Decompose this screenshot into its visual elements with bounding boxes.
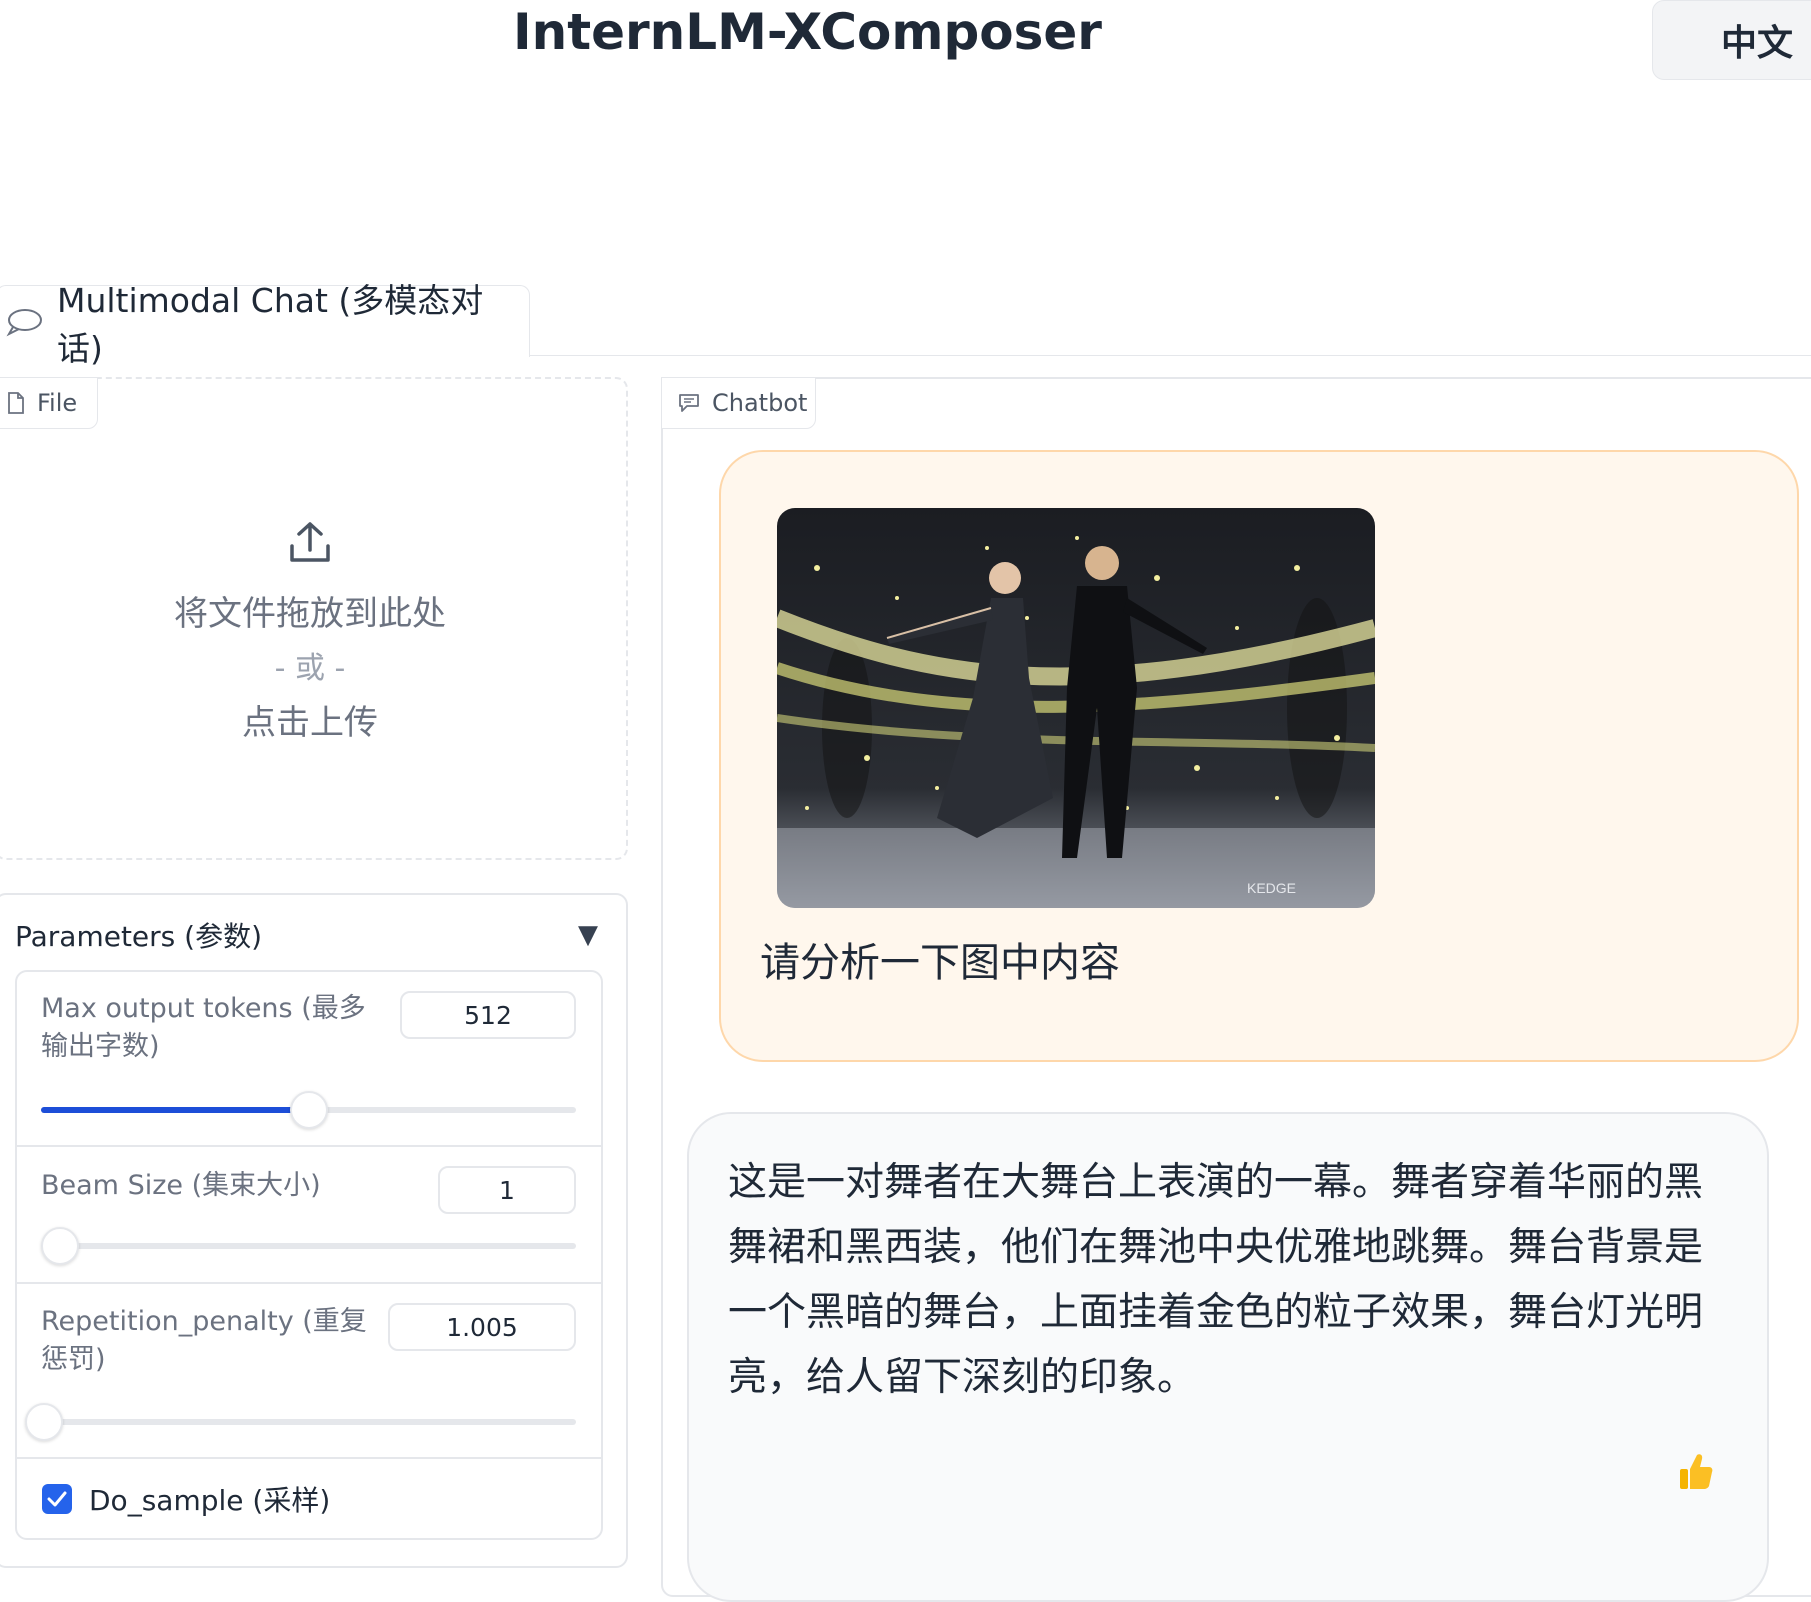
beam-size-label: Beam Size (集束大小): [41, 1170, 321, 1201]
dancers-photo-svg: KEDGE: [777, 508, 1375, 908]
upload-icon: [290, 522, 330, 562]
repetition-penalty-slider-track[interactable]: [41, 1419, 576, 1425]
chatbot-label: Chatbot: [661, 377, 816, 429]
photo-watermark: KEDGE: [1247, 880, 1296, 896]
click-upload-text: 点击上传: [242, 703, 378, 743]
param-divider: [17, 1145, 601, 1147]
beam-size-input[interactable]: 1: [438, 1166, 576, 1214]
app-title: InternLM-XComposer: [513, 3, 1102, 61]
max-tokens-slider-fill: [41, 1107, 309, 1113]
chatbot-icon: [679, 394, 699, 412]
thumbs-up-icon[interactable]: [1678, 1451, 1714, 1495]
tab-multimodal-chat[interactable]: Multimodal Chat (多模态对话): [0, 281, 530, 368]
chatbot-label-text: Chatbot: [712, 389, 808, 417]
language-button[interactable]: 中文: [1652, 0, 1811, 80]
param-divider: [17, 1457, 601, 1459]
beam-size-slider-track[interactable]: [41, 1243, 576, 1249]
file-icon: [8, 392, 24, 414]
do-sample-label: Do_sample (采样): [89, 1484, 331, 1517]
repetition-penalty-input[interactable]: 1.005: [388, 1303, 576, 1351]
repetition-penalty-slider-thumb[interactable]: [25, 1403, 63, 1441]
file-label-text: File: [37, 389, 78, 417]
tab-label: Multimodal Chat (多模态对话): [56, 280, 484, 368]
or-text: - 或 -: [274, 651, 346, 686]
max-tokens-input[interactable]: 512: [400, 991, 576, 1039]
parameters-title[interactable]: Parameters (参数): [15, 915, 262, 955]
drop-text: 将文件拖放到此处: [174, 594, 446, 634]
repetition-penalty-label: Repetition_penalty (重复惩罚): [41, 1306, 367, 1375]
collapse-arrow-icon[interactable]: ▼: [578, 920, 598, 950]
user-message-text: 请分析一下图中内容: [760, 940, 1120, 986]
file-label: File: [0, 377, 98, 429]
param-divider: [17, 1282, 601, 1284]
upload-prompt: 将文件拖放到此处 - 或 - 点击上传: [150, 520, 470, 744]
checkmark-icon: [47, 1491, 67, 1507]
max-tokens-slider-thumb[interactable]: [290, 1091, 328, 1129]
do-sample-checkbox[interactable]: [42, 1484, 72, 1514]
bot-message-text: 这是一对舞者在大舞台上表演的一幕。舞者穿着华丽的黑舞裙和黑西装，他们在舞池中央优…: [728, 1160, 1704, 1400]
beam-size-slider-thumb[interactable]: [41, 1227, 79, 1265]
dancers-photo[interactable]: KEDGE: [777, 508, 1375, 908]
max-tokens-label: Max output tokens (最多输出字数): [41, 993, 366, 1062]
chat-bubble-icon: [6, 308, 42, 336]
